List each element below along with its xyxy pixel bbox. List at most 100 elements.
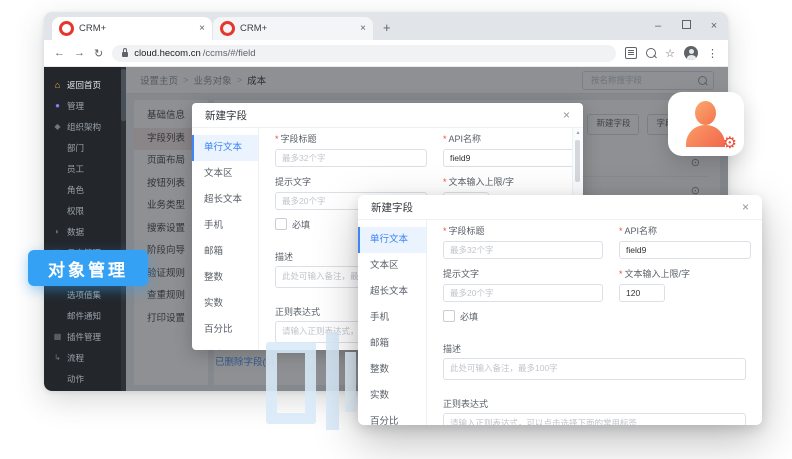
modal-title: 新建字段 bbox=[371, 200, 413, 215]
user-settings-card: ⚙ bbox=[668, 92, 744, 156]
sidebar-item-flow[interactable]: ↳流程 bbox=[44, 347, 126, 368]
api-name-input[interactable] bbox=[443, 149, 575, 167]
dot-icon: ● bbox=[53, 101, 62, 110]
field-title-input[interactable] bbox=[443, 241, 603, 259]
tab-text-area[interactable]: 文本区 bbox=[358, 253, 426, 279]
tab-title: CRM+ bbox=[240, 23, 355, 34]
required-checkbox[interactable] bbox=[275, 218, 287, 230]
new-tab-button[interactable]: + bbox=[383, 20, 391, 35]
tab-mobile[interactable]: 手机 bbox=[192, 213, 258, 239]
browser-tab-strip: CRM+ × CRM+ × + – × bbox=[44, 12, 728, 40]
tab-mobile[interactable]: 手机 bbox=[358, 305, 426, 331]
sidebar-item-department[interactable]: 部门 bbox=[44, 137, 126, 158]
tab-close-icon[interactable]: × bbox=[360, 23, 366, 34]
bookmark-star-icon[interactable]: ☆ bbox=[665, 47, 675, 60]
tab-email[interactable]: 邮箱 bbox=[192, 239, 258, 265]
api-name-label: API名称 bbox=[625, 226, 658, 236]
tab-single-select[interactable]: 单选 bbox=[192, 343, 258, 350]
field-title-input[interactable] bbox=[275, 149, 427, 167]
sidebar-item-approval-flow[interactable]: 审批流程 bbox=[44, 389, 126, 391]
sidebar-item-home[interactable]: ⌂返回首页 bbox=[44, 74, 126, 95]
api-name-label: API名称 bbox=[449, 134, 482, 144]
tab-single-line-text[interactable]: 单行文本 bbox=[358, 227, 426, 253]
sidebar-item-action[interactable]: 动作 bbox=[44, 368, 126, 389]
text-limit-input[interactable] bbox=[619, 284, 665, 302]
modal-title: 新建字段 bbox=[205, 108, 247, 123]
person-avatar-icon bbox=[686, 125, 725, 147]
crm-logo-icon bbox=[59, 21, 74, 36]
sidebar-item-mail-notify[interactable]: 邮件通知 bbox=[44, 305, 126, 326]
regex-label: 正则表达式 bbox=[275, 307, 320, 317]
new-field-modal-zoomed: 新建字段 × 单行文本 文本区 超长文本 手机 邮箱 整数 实数 百分比 单选 … bbox=[358, 195, 762, 425]
field-title-label: 字段标题 bbox=[449, 226, 485, 236]
org-icon: ◆ bbox=[53, 122, 62, 131]
tab-percentage[interactable]: 百分比 bbox=[192, 317, 258, 343]
tab-long-text[interactable]: 超长文本 bbox=[192, 187, 258, 213]
tab-title: CRM+ bbox=[79, 23, 194, 34]
sidebar: ⌂返回首页 ●管理 ◆组织架构 部门 员工 角色 权限 ◐数据 ▤日志管理 ◎平… bbox=[44, 67, 126, 391]
back-icon[interactable]: ← bbox=[54, 47, 65, 59]
field-form: *字段标题 *API名称 提示文字 *文本输入上限/字 bbox=[427, 220, 762, 425]
plugin-icon: ▦ bbox=[53, 332, 62, 341]
field-type-tabs: 单行文本 文本区 超长文本 手机 邮箱 整数 实数 百分比 单选 多选 bbox=[192, 128, 259, 350]
address-bar: ← → ↻ cloud.hecom.cn /ccms/#/field ☆ ⋮ bbox=[44, 40, 728, 67]
sidebar-item-data[interactable]: ◐数据 bbox=[44, 221, 126, 242]
tab-long-text[interactable]: 超长文本 bbox=[358, 279, 426, 305]
window-controls: – × bbox=[644, 12, 728, 40]
hecom-watermark-logo bbox=[266, 332, 358, 430]
gear-icon: ⚙ bbox=[723, 133, 737, 153]
sidebar-item-role[interactable]: 角色 bbox=[44, 179, 126, 200]
url-path: /ccms/#/field bbox=[203, 48, 256, 59]
tab-real-number[interactable]: 实数 bbox=[358, 383, 426, 409]
reload-icon[interactable]: ↻ bbox=[94, 47, 103, 60]
data-icon: ◐ bbox=[53, 227, 62, 236]
lock-icon[interactable] bbox=[122, 52, 128, 57]
required-label: 必填 bbox=[460, 310, 478, 323]
flow-icon: ↳ bbox=[53, 353, 62, 362]
close-icon[interactable]: × bbox=[563, 108, 570, 122]
translate-icon[interactable] bbox=[625, 47, 637, 59]
sidebar-item-org[interactable]: ◆组织架构 bbox=[44, 116, 126, 137]
tab-integer[interactable]: 整数 bbox=[358, 357, 426, 383]
crm-logo-icon bbox=[220, 21, 235, 36]
zoom-icon[interactable] bbox=[646, 48, 656, 58]
tab-close-icon[interactable]: × bbox=[199, 23, 205, 34]
hint-text-input[interactable] bbox=[443, 284, 603, 302]
regex-textarea[interactable] bbox=[443, 413, 746, 425]
field-type-tabs: 单行文本 文本区 超长文本 手机 邮箱 整数 实数 百分比 单选 多选 bbox=[358, 220, 427, 425]
sidebar-item-plugin[interactable]: ▦插件管理 bbox=[44, 326, 126, 347]
tab-single-line-text[interactable]: 单行文本 bbox=[192, 135, 258, 161]
close-window-button[interactable]: × bbox=[700, 12, 728, 40]
sidebar-item-manage[interactable]: ●管理 bbox=[44, 95, 126, 116]
text-limit-label: 文本输入上限/字 bbox=[625, 269, 691, 279]
required-checkbox[interactable] bbox=[443, 310, 455, 322]
browser-menu-icon[interactable]: ⋮ bbox=[707, 47, 718, 60]
description-label: 描述 bbox=[275, 252, 293, 262]
profile-avatar-icon[interactable] bbox=[684, 46, 698, 60]
url-field[interactable]: cloud.hecom.cn /ccms/#/field bbox=[112, 45, 616, 62]
description-textarea[interactable] bbox=[443, 358, 746, 380]
tab-text-area[interactable]: 文本区 bbox=[192, 161, 258, 187]
description-label: 描述 bbox=[443, 344, 461, 354]
tab-integer[interactable]: 整数 bbox=[192, 265, 258, 291]
hint-text-label: 提示文字 bbox=[443, 269, 479, 279]
person-avatar-icon bbox=[695, 101, 716, 125]
regex-label: 正则表达式 bbox=[443, 399, 488, 409]
close-icon[interactable]: × bbox=[742, 200, 749, 214]
tab-percentage[interactable]: 百分比 bbox=[358, 409, 426, 425]
browser-tab-2[interactable]: CRM+ × bbox=[213, 17, 373, 40]
tab-real-number[interactable]: 实数 bbox=[192, 291, 258, 317]
browser-tab-1[interactable]: CRM+ × bbox=[52, 17, 212, 40]
maximize-button[interactable] bbox=[672, 12, 700, 40]
sidebar-item-option-set[interactable]: 选项值集 bbox=[44, 284, 126, 305]
minimize-button[interactable]: – bbox=[644, 12, 672, 40]
sidebar-item-employee[interactable]: 员工 bbox=[44, 158, 126, 179]
api-name-input[interactable] bbox=[619, 241, 751, 259]
url-host: cloud.hecom.cn bbox=[134, 48, 201, 59]
scroll-up-icon[interactable]: ▴ bbox=[573, 128, 583, 138]
sidebar-item-permission[interactable]: 权限 bbox=[44, 200, 126, 221]
object-management-callout: 对象管理 bbox=[28, 250, 148, 286]
text-limit-label: 文本输入上限/字 bbox=[449, 177, 515, 187]
tab-email[interactable]: 邮箱 bbox=[358, 331, 426, 357]
forward-icon[interactable]: → bbox=[74, 47, 85, 59]
